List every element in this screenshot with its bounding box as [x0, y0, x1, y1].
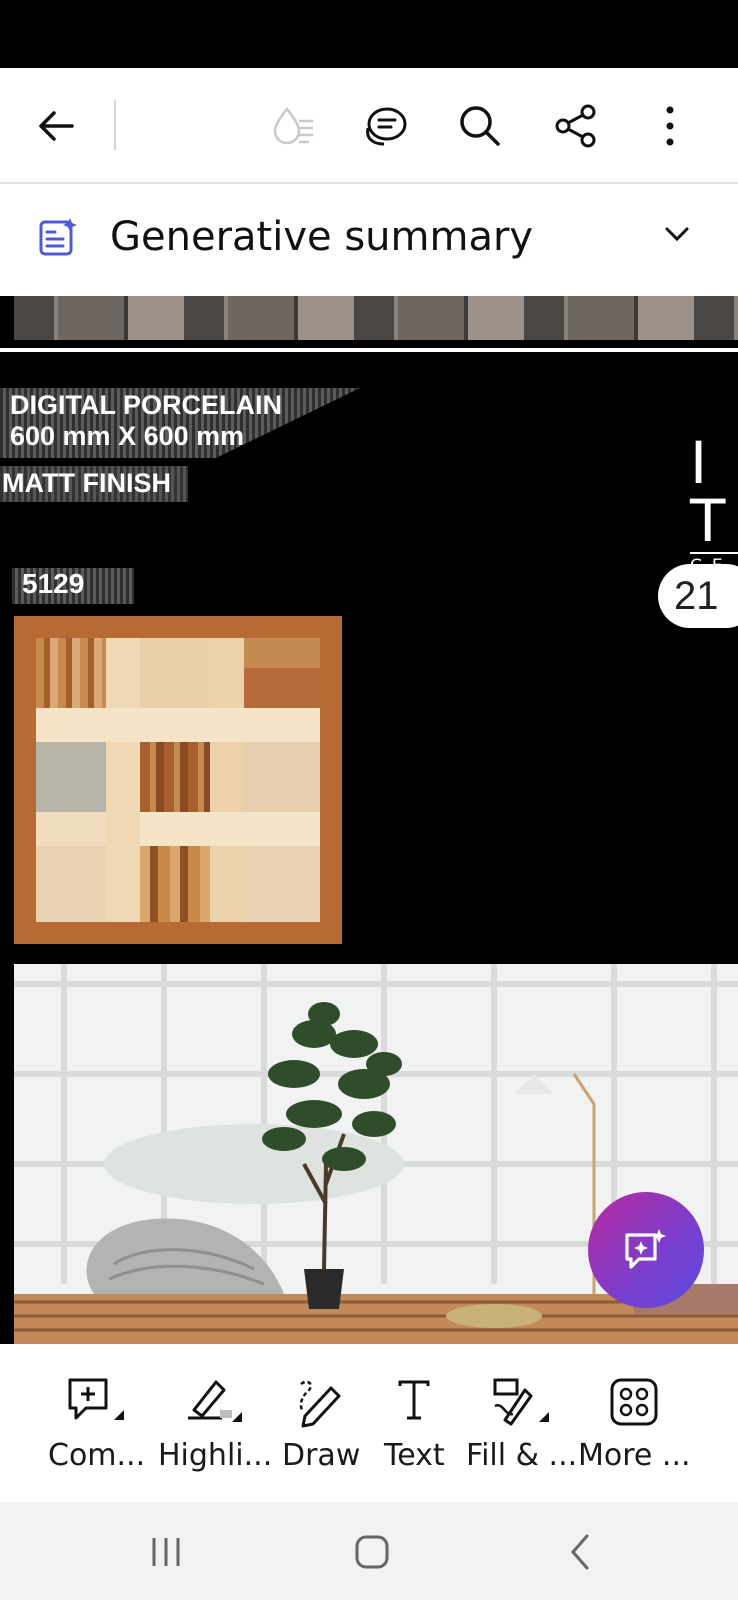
- read-aloud-icon: [273, 107, 313, 145]
- chevron-down-icon[interactable]: [662, 224, 692, 244]
- share-button[interactable]: [548, 98, 604, 154]
- previous-page-image: [14, 296, 738, 340]
- search-button[interactable]: [452, 98, 508, 154]
- page-number-indicator[interactable]: 21: [658, 564, 738, 628]
- bottom-tools-bar: Com... Highli... Draw Text Fill & ... Mo…: [0, 1344, 738, 1502]
- page-divider: [0, 348, 738, 352]
- recent-apps-icon: [152, 1538, 180, 1566]
- summary-title: Generative summary: [110, 214, 534, 260]
- generative-summary-bar[interactable]: Generative summary: [0, 184, 738, 296]
- share-icon: [555, 104, 596, 148]
- more-vertical-icon: [666, 106, 674, 146]
- tool-draw[interactable]: Draw: [282, 1374, 360, 1473]
- tool-more-label: More ...: [578, 1438, 691, 1473]
- text-icon: [398, 1380, 430, 1420]
- ai-assistant-button[interactable]: [588, 1192, 704, 1308]
- more-grid-icon: [610, 1378, 658, 1426]
- tool-comment-label: Com...: [48, 1438, 146, 1473]
- comments-button[interactable]: [358, 98, 414, 154]
- document-view[interactable]: DIGITAL PORCELAIN 600 mm X 600 mm MATT F…: [0, 296, 738, 1344]
- more-options-button[interactable]: [642, 98, 698, 154]
- arrow-left-icon: [39, 111, 74, 141]
- banner-line-2: 600 mm X 600 mm: [10, 421, 245, 451]
- tool-draw-label: Draw: [282, 1438, 361, 1473]
- status-bar: [0, 0, 738, 68]
- tile-sample-image: [14, 616, 342, 944]
- tool-more[interactable]: More ...: [578, 1374, 691, 1473]
- ai-chat-sparkle-icon: [625, 1229, 666, 1269]
- comments-icon: [366, 107, 407, 146]
- back-button[interactable]: [28, 98, 84, 154]
- highlighter-icon: [188, 1380, 243, 1422]
- tool-highlight[interactable]: Highli...: [158, 1374, 272, 1473]
- banner-line-1: DIGITAL PORCELAIN: [10, 390, 283, 420]
- home-icon: [355, 1535, 389, 1569]
- system-nav-bar: [0, 1502, 738, 1600]
- product-code: 5129: [22, 568, 85, 599]
- logo-letters: I T: [690, 429, 732, 555]
- toolbar-divider: [114, 100, 116, 150]
- tool-text[interactable]: Text: [384, 1374, 445, 1473]
- system-back-button[interactable]: [550, 1530, 610, 1574]
- tool-comment[interactable]: Com...: [48, 1374, 145, 1473]
- chevron-left-icon: [571, 1534, 589, 1570]
- finish-text: MATT FINISH: [2, 468, 171, 498]
- search-icon: [460, 106, 500, 146]
- fill-sign-icon: [493, 1378, 549, 1426]
- tool-text-label: Text: [384, 1438, 445, 1473]
- tool-highlight-label: Highli...: [158, 1438, 273, 1473]
- comment-add-icon: [68, 1378, 124, 1420]
- tool-fill-sign[interactable]: Fill & ...: [466, 1374, 577, 1473]
- recent-apps-button[interactable]: [136, 1530, 196, 1574]
- draw-pencil-icon: [299, 1380, 341, 1428]
- tool-fill-sign-label: Fill & ...: [466, 1438, 578, 1473]
- read-aloud-button[interactable]: [266, 98, 322, 154]
- generative-summary-icon: [39, 218, 77, 256]
- top-toolbar: [0, 68, 738, 184]
- spec-text: DIGITAL PORCELAIN 600 mm X 600 mm: [10, 390, 282, 452]
- home-button[interactable]: [342, 1530, 402, 1574]
